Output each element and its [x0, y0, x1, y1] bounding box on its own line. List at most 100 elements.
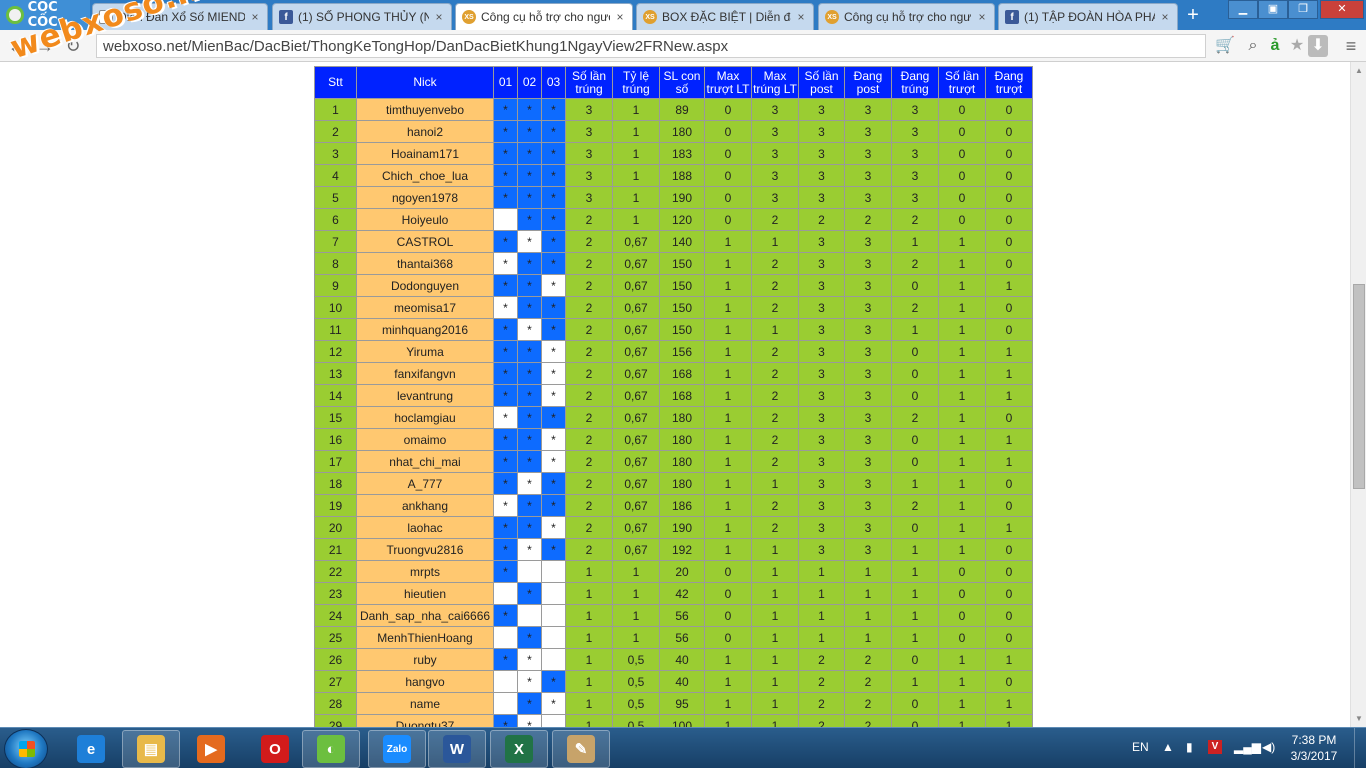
- nick-cell[interactable]: hoclamgiau: [356, 406, 494, 429]
- nick-cell[interactable]: Danh_sap_nha_cai6666: [356, 604, 494, 627]
- browser-tab[interactable]: f (1) SỐ PHONG THỦY (Ng ×: [272, 3, 452, 30]
- tab-close-icon[interactable]: ×: [249, 10, 261, 24]
- column-header[interactable]: 03: [541, 66, 566, 99]
- tab-close-icon[interactable]: ×: [795, 10, 807, 24]
- taskbar-app-button[interactable]: ▶: [182, 730, 240, 768]
- taskbar-app-button[interactable]: X: [490, 730, 548, 768]
- taskbar-app-button[interactable]: W: [428, 730, 486, 768]
- volume-icon[interactable]: ◀): [1262, 740, 1275, 754]
- column-header[interactable]: 01: [493, 66, 518, 99]
- new-tab-button[interactable]: +: [1182, 4, 1204, 26]
- nick-cell[interactable]: fanxifangvn: [356, 362, 494, 385]
- tab-close-icon[interactable]: ×: [976, 10, 988, 24]
- scroll-down-icon[interactable]: ▼: [1354, 714, 1364, 723]
- value-cell: 3: [844, 120, 892, 143]
- bookmark-star-icon[interactable]: ★: [1286, 35, 1308, 57]
- value-cell: 1: [798, 560, 845, 583]
- signal-icon[interactable]: ▂▄▆: [1234, 740, 1261, 754]
- download-icon[interactable]: ⬇: [1308, 35, 1328, 57]
- column-header[interactable]: Đang post: [844, 66, 892, 99]
- nick-cell[interactable]: Yiruma: [356, 340, 494, 363]
- table-row: 25 MenhThienHoang * 1 1 56 0 1 1 1 1 0 0: [314, 626, 1033, 649]
- nick-cell[interactable]: Duongtu37: [356, 714, 494, 727]
- nick-cell[interactable]: CASTROL: [356, 230, 494, 253]
- browser-tab[interactable]: XS Công cụ hỗ trợ cho ngư ×: [818, 3, 995, 30]
- taskbar-app-button[interactable]: O: [246, 730, 304, 768]
- mark-cell: [493, 692, 518, 715]
- column-header[interactable]: 02: [517, 66, 542, 99]
- value-cell: 0: [985, 230, 1033, 253]
- browser-tab[interactable]: XS BOX ĐẶC BIỆT | Diễn đà ×: [636, 3, 814, 30]
- taskbar-app-button[interactable]: ✎: [552, 730, 610, 768]
- browser-tab[interactable]: f (1) TẬP ĐOÀN HÒA PHÁ ×: [998, 3, 1178, 30]
- nick-cell[interactable]: Truongvu2816: [356, 538, 494, 561]
- nick-cell[interactable]: A_777: [356, 472, 494, 495]
- column-header[interactable]: SL con số: [659, 66, 705, 99]
- nick-cell[interactable]: Hoiyeulo: [356, 208, 494, 231]
- nick-cell[interactable]: ankhang: [356, 494, 494, 517]
- language-indicator[interactable]: EN: [1132, 740, 1149, 754]
- restore-button[interactable]: ▣: [1258, 0, 1288, 19]
- value-cell: 1: [704, 472, 752, 495]
- column-header[interactable]: Số lần post: [798, 66, 845, 99]
- taskbar-app-button[interactable]: Zalo: [368, 730, 426, 768]
- browser-tab[interactable]: XS Công cụ hỗ trợ cho ngườ ×: [455, 3, 633, 30]
- nick-cell[interactable]: nhat_chi_mai: [356, 450, 494, 473]
- tab-close-icon[interactable]: ×: [614, 10, 626, 24]
- column-header[interactable]: Nick: [356, 66, 494, 99]
- zoom-icon[interactable]: ⌕: [1242, 35, 1264, 57]
- tab-close-icon[interactable]: ×: [433, 10, 445, 24]
- value-cell: 3: [844, 538, 892, 561]
- nick-cell[interactable]: name: [356, 692, 494, 715]
- scroll-up-icon[interactable]: ▲: [1354, 66, 1364, 75]
- facebook-icon: f: [1005, 10, 1019, 24]
- show-desktop-button[interactable]: [1354, 728, 1366, 768]
- nick-cell[interactable]: mrpts: [356, 560, 494, 583]
- column-header[interactable]: Max trượt LT: [704, 66, 752, 99]
- column-header[interactable]: Đang trúng: [891, 66, 939, 99]
- value-cell: 1: [985, 274, 1033, 297]
- nick-cell[interactable]: MenhThienHoang: [356, 626, 494, 649]
- clock-time[interactable]: 7:38 PM: [1286, 733, 1342, 747]
- tab-close-icon[interactable]: ×: [1159, 10, 1171, 24]
- taskbar-app-button[interactable]: ◐: [302, 730, 360, 768]
- nick-cell[interactable]: hanoi2: [356, 120, 494, 143]
- extension-icon[interactable]: ả: [1264, 35, 1286, 57]
- nick-cell[interactable]: Dodonguyen: [356, 274, 494, 297]
- scroll-thumb[interactable]: [1353, 284, 1365, 489]
- nick-cell[interactable]: thantai368: [356, 252, 494, 275]
- tray-expand-icon[interactable]: ▲: [1162, 740, 1174, 754]
- nick-cell[interactable]: levantrung: [356, 384, 494, 407]
- nick-cell[interactable]: omaimo: [356, 428, 494, 451]
- nick-cell[interactable]: meomisa17: [356, 296, 494, 319]
- column-header[interactable]: Max trúng LT: [751, 66, 799, 99]
- column-header[interactable]: Đang trượt: [985, 66, 1033, 99]
- column-header[interactable]: Số lần trúng: [565, 66, 613, 99]
- url-text: webxoso.net/MienBac/DacBiet/ThongKeTongH…: [103, 37, 729, 55]
- cart-icon[interactable]: 🛒: [1214, 35, 1236, 57]
- battery-icon[interactable]: ▮: [1186, 740, 1193, 754]
- minimize-button[interactable]: ▁: [1228, 0, 1258, 19]
- nick-cell[interactable]: laohac: [356, 516, 494, 539]
- nick-cell[interactable]: ruby: [356, 648, 494, 671]
- nick-cell[interactable]: hieutien: [356, 582, 494, 605]
- nick-cell[interactable]: Chich_choe_lua: [356, 164, 494, 187]
- nick-cell[interactable]: timthuyenvebo: [356, 98, 494, 121]
- nick-cell[interactable]: ngoyen1978: [356, 186, 494, 209]
- address-bar[interactable]: webxoso.net/MienBac/DacBiet/ThongKeTongH…: [96, 34, 1206, 58]
- nick-cell[interactable]: hangvo: [356, 670, 494, 693]
- maximize-button[interactable]: ❐: [1288, 0, 1318, 19]
- taskbar-app-button[interactable]: ▤: [122, 730, 180, 768]
- column-header[interactable]: Số lần trượt: [938, 66, 986, 99]
- start-button[interactable]: [4, 729, 48, 768]
- column-header[interactable]: Stt: [314, 66, 357, 99]
- vertical-scrollbar[interactable]: ▲ ▼: [1350, 62, 1366, 727]
- close-window-button[interactable]: ✕: [1320, 0, 1364, 19]
- nick-cell[interactable]: Hoainam171: [356, 142, 494, 165]
- taskbar-app-button[interactable]: e: [62, 730, 120, 768]
- antivirus-icon[interactable]: V: [1208, 740, 1222, 754]
- menu-icon[interactable]: ≡: [1340, 35, 1362, 57]
- nick-cell[interactable]: minhquang2016: [356, 318, 494, 341]
- column-header[interactable]: Tỷ lệ trúng: [612, 66, 660, 99]
- clock-date[interactable]: 3/3/2017: [1286, 749, 1342, 763]
